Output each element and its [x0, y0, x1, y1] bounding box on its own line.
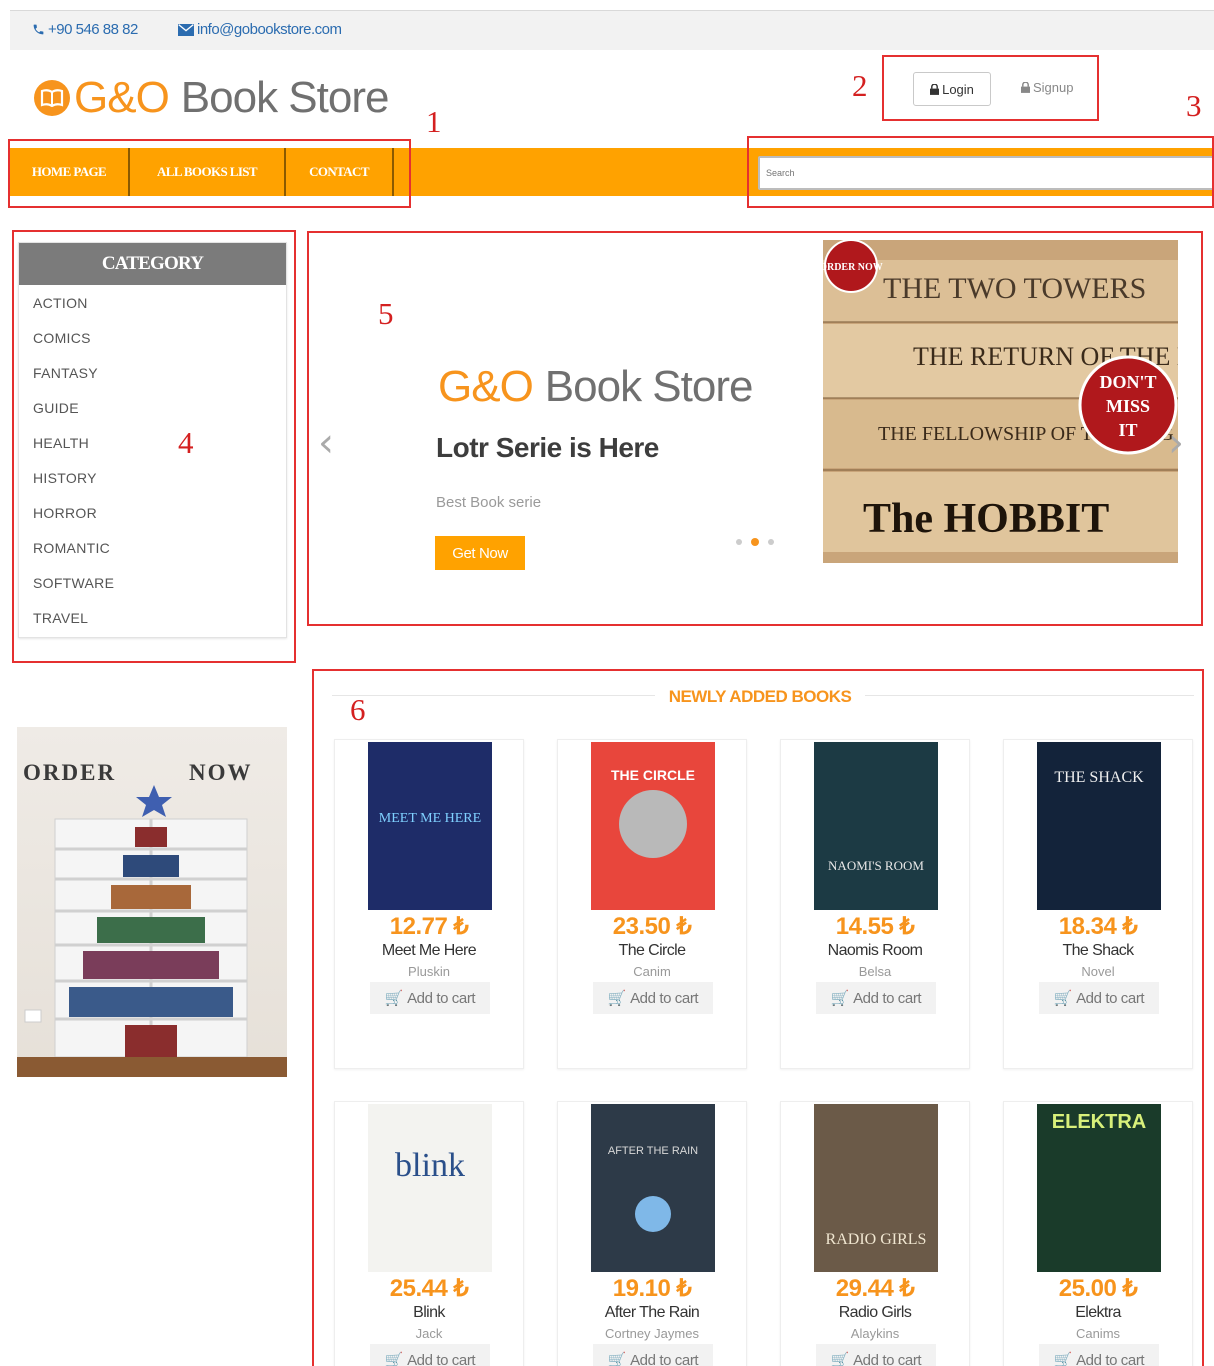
contact-bar: +90 546 88 82 info@gobookstore.com [10, 10, 1214, 50]
phone-number: +90 546 88 82 [48, 21, 138, 38]
annotation-label-2: 2 [852, 68, 868, 103]
annotation-box-nav [8, 139, 411, 208]
bookshelf-tree-image [17, 785, 287, 1077]
email-address: info@gobookstore.com [197, 21, 342, 38]
phone-link[interactable]: +90 546 88 82 [32, 21, 138, 38]
annotation-label-5: 5 [378, 296, 394, 331]
annotation-label-4: 4 [178, 425, 194, 460]
annotation-box-search [747, 136, 1214, 208]
annotation-label-6: 6 [350, 692, 366, 727]
annotation-label-1: 1 [426, 104, 442, 139]
annotation-box-newly [312, 669, 1204, 1366]
logo-brand: G&O [74, 73, 170, 122]
annotation-label-3: 3 [1186, 88, 1202, 123]
site-logo[interactable]: G&O Book Store [34, 70, 390, 126]
logo-name: Book Store [180, 73, 390, 122]
phone-icon [33, 24, 44, 35]
annotation-box-slider [307, 231, 1203, 626]
annotation-box-auth [882, 55, 1099, 121]
envelope-icon [178, 24, 194, 36]
email-link[interactable]: info@gobookstore.com [178, 21, 342, 38]
open-book-icon [34, 80, 70, 116]
order-now-banner[interactable]: ORDER NOW [17, 727, 287, 1077]
annotation-box-category [12, 230, 296, 663]
